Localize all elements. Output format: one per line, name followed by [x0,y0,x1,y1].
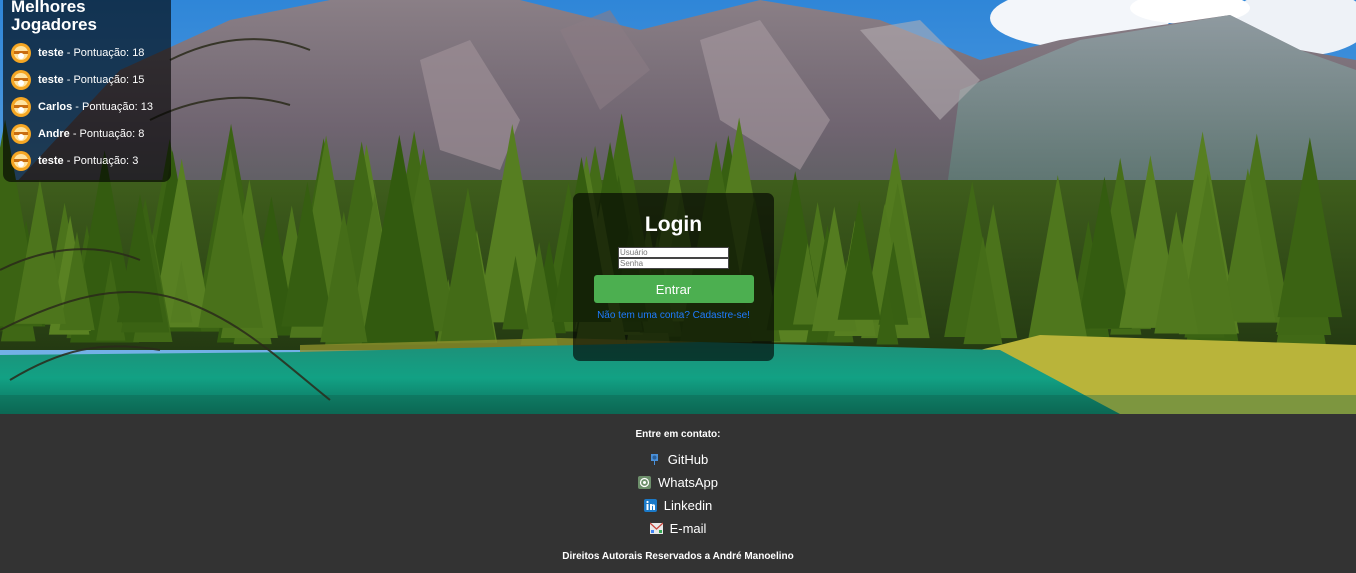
player-avatar-icon [11,96,31,117]
signup-link[interactable]: Não tem uma conta? Cadastre-se! [591,310,756,322]
whatsapp-link[interactable]: WhatsApp [638,475,718,490]
email-link[interactable]: E-mail [649,521,707,536]
player-score: 13 [140,100,153,113]
score-label: - Pontuação: [63,154,133,167]
leaderboard-entry: teste - Pontuação: 3 [11,147,163,174]
player-avatar-icon [11,123,31,144]
leaderboard-panel: Melhores Jogadores teste - Pontuação: 18… [3,0,171,182]
score-label: - Pontuação: [72,100,141,113]
linkedin-icon [643,499,657,512]
score-label: - Pontuação: [69,127,139,140]
login-submit-button[interactable]: Entrar [593,275,754,303]
player-name: Carlos [38,100,73,113]
player-avatar-icon [11,70,31,91]
player-score: 15 [132,74,145,87]
github-label: GitHub [667,452,709,467]
leaderboard-title: Melhores Jogadores [11,0,97,34]
page-footer: Entre em contato: GitHub WhatsApp Linked… [0,414,1356,573]
player-name: teste [38,154,64,167]
player-avatar-icon [11,43,31,64]
player-name: teste [38,47,64,60]
player-name: Andre [38,127,70,140]
leaderboard-entry: teste - Pontuação: 15 [11,67,163,94]
player-name: teste [38,74,64,87]
password-input[interactable] [618,258,729,269]
leaderboard-list: teste - Pontuação: 18 teste - Pontuação:… [11,40,163,174]
github-icon [650,454,658,465]
email-label: E-mail [669,521,707,536]
player-score: 8 [138,127,145,140]
copyright-text: Direitos Autorais Reservados a André Man… [562,551,794,562]
contact-links: GitHub WhatsApp Linkedin E-mail [0,448,1356,540]
score-label: - Pontuação: [63,74,133,87]
player-score: 18 [132,47,145,60]
whatsapp-icon [638,476,651,489]
player-score: 3 [132,154,139,167]
leaderboard-entry: Carlos - Pontuação: 13 [11,94,163,121]
whatsapp-label: WhatsApp [658,475,718,490]
email-icon [649,522,663,534]
score-label: - Pontuação: [63,47,133,60]
leaderboard-entry: teste - Pontuação: 18 [11,40,163,67]
linkedin-label: Linkedin [663,498,713,513]
login-title: Login [644,213,703,236]
contact-heading: Entre em contato: [635,429,721,440]
username-input[interactable] [618,247,729,258]
linkedin-link[interactable]: Linkedin [643,498,713,513]
login-form: Login Entrar Não tem uma conta? Cadastre… [573,193,774,361]
github-link[interactable]: GitHub [648,452,708,467]
player-avatar-icon [11,150,31,171]
leaderboard-entry: Andre - Pontuação: 8 [11,120,163,147]
